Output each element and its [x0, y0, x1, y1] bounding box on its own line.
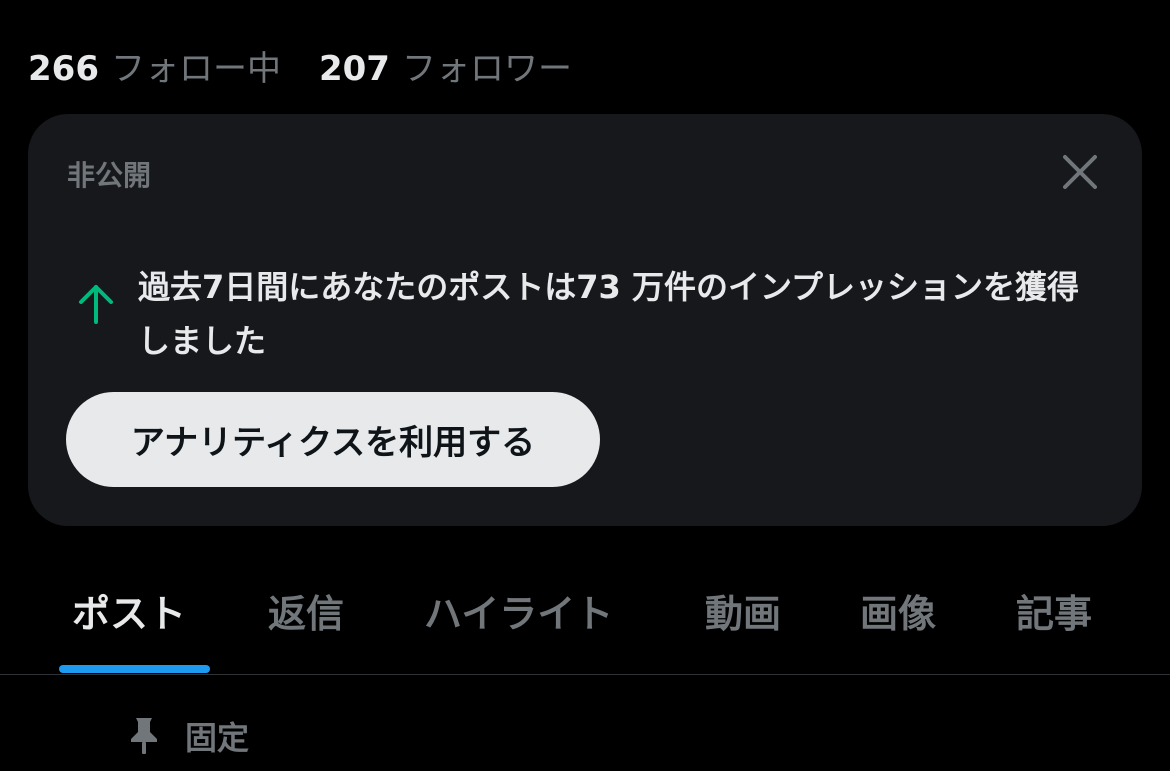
tab-videos[interactable]: 動画	[705, 560, 781, 660]
close-button[interactable]	[1058, 150, 1102, 194]
tab-articles[interactable]: 記事	[1016, 560, 1092, 660]
tab-posts[interactable]: ポスト	[72, 560, 186, 660]
active-tab-indicator	[59, 665, 210, 673]
followers-count: 207	[318, 48, 390, 89]
followers-stat[interactable]: 207 フォロワー	[319, 41, 572, 90]
followers-label: フォロワー	[401, 48, 572, 89]
tab-images[interactable]: 画像	[860, 560, 936, 660]
close-icon	[1063, 155, 1097, 189]
impressions-message: 過去7日間にあなたのポストは73 万件のインプレッションを獲得しました	[138, 268, 1079, 360]
use-analytics-button[interactable]: アナリティクスを利用する	[66, 392, 600, 487]
pinned-label: 固定	[185, 719, 250, 757]
tab-highlights[interactable]: ハイライト	[424, 560, 613, 660]
following-label: フォロー中	[110, 48, 281, 89]
arrow-up-icon	[79, 285, 113, 324]
tab-replies[interactable]: 返信	[268, 560, 344, 660]
private-tag: 非公開	[67, 159, 152, 192]
pin-icon	[131, 718, 157, 754]
follow-stats: 266 フォロー中 207 フォロワー	[28, 40, 572, 90]
following-stat[interactable]: 266 フォロー中	[28, 41, 281, 90]
profile-tabs: ポスト 返信 ハイライト 動画 画像 記事	[0, 560, 1170, 674]
pinned-indicator: 固定	[128, 712, 249, 760]
tabs-divider	[0, 674, 1170, 675]
analytics-insight-card: 非公開 過去7日間にあなたのポストは73 万件のインプレッションを獲得しました …	[28, 114, 1142, 526]
following-count: 266	[28, 48, 99, 89]
